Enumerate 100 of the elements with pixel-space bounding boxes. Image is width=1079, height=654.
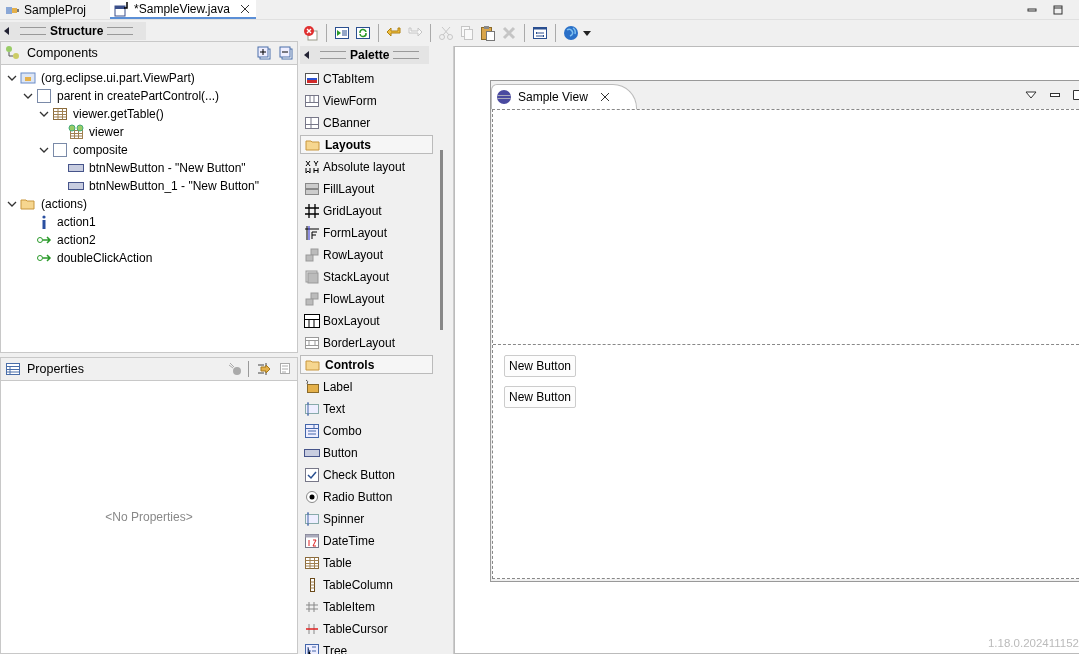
palette-item[interactable]: Label <box>300 376 433 398</box>
component-icon <box>304 511 320 527</box>
component-icon <box>304 423 320 439</box>
component-icon <box>304 181 320 197</box>
palette-item[interactable]: BoxLayout <box>300 310 433 332</box>
paste-icon <box>480 25 496 41</box>
table-viewer-icon <box>68 124 84 140</box>
outline-entry[interactable]: btnNewButton_1 - "New Button" <box>89 179 259 193</box>
expand-all-icon[interactable] <box>257 46 271 60</box>
push-button[interactable]: New Button <box>504 355 577 377</box>
expand-chevron-icon[interactable] <box>23 91 33 101</box>
structure-title: Structure <box>50 24 104 38</box>
eclipse-icon <box>496 89 512 105</box>
drag-grip[interactable] <box>393 51 420 59</box>
outline-entry[interactable]: viewer.getTable() <box>73 107 164 121</box>
drag-grip[interactable] <box>320 51 346 59</box>
component-icon <box>304 225 320 241</box>
palette-item[interactable]: FormLayout <box>300 222 433 244</box>
palette-item[interactable]: TableCursor <box>300 618 433 640</box>
component-icon <box>304 115 320 131</box>
palette-item[interactable]: StackLayout <box>300 266 433 288</box>
component-icon <box>304 269 320 285</box>
component-icon <box>304 203 320 219</box>
copy-icon <box>459 25 475 41</box>
palette-item[interactable]: Absolute layout <box>300 156 433 178</box>
caret-icon <box>583 30 591 36</box>
minimize-icon[interactable] <box>1049 91 1061 99</box>
collapse-arrow-icon[interactable] <box>304 51 310 59</box>
palette-category[interactable]: Layouts <box>300 135 433 154</box>
expand-chevron-icon[interactable] <box>39 145 49 155</box>
outline-entry[interactable]: parent in createPartControl(...) <box>57 89 220 103</box>
component-icon <box>304 335 320 351</box>
version-label: 1.18.0.202411152 <box>987 637 1079 649</box>
outline-entry[interactable]: btnNewButton - "New Button" <box>89 161 246 175</box>
palette-item[interactable]: RowLayout <box>300 244 433 266</box>
window-icon <box>114 0 131 17</box>
view-tab[interactable]: Sample View <box>491 84 637 109</box>
palette-item[interactable]: Radio Button <box>300 486 433 508</box>
collapse-arrow-icon[interactable] <box>4 27 10 35</box>
toolbar-button[interactable] <box>562 23 592 43</box>
editor-tab[interactable]: SampleProj <box>0 0 93 19</box>
outline-entry[interactable]: composite <box>73 143 128 157</box>
collapse-all-icon[interactable] <box>279 46 293 60</box>
view-icon <box>20 70 36 86</box>
outline-entry[interactable]: action2 <box>57 233 96 247</box>
component-icon <box>304 71 320 87</box>
push-button[interactable]: New Button <box>504 386 577 408</box>
palette-item[interactable]: BorderLayout <box>300 332 433 354</box>
palette-item[interactable]: TableItem <box>300 596 433 618</box>
component-icon <box>304 533 320 549</box>
outline-entry[interactable]: action1 <box>57 215 96 229</box>
folder-icon <box>20 196 36 212</box>
close-icon[interactable] <box>599 92 610 102</box>
square-icon <box>52 142 68 158</box>
square-icon <box>36 88 52 104</box>
editor-tab[interactable]: *SampleView.java <box>110 0 256 19</box>
delete-icon <box>501 25 517 41</box>
palette-item[interactable]: FlowLayout <box>300 288 433 310</box>
component-icon <box>304 291 320 307</box>
palette-item[interactable]: ViewForm <box>300 90 433 112</box>
expand-chevron-icon[interactable] <box>7 199 17 209</box>
error-icon <box>303 25 319 41</box>
maximize-icon[interactable] <box>1053 4 1063 15</box>
palette-item[interactable]: Button <box>300 442 433 464</box>
palette-item[interactable]: CBanner <box>300 112 433 134</box>
palette-category[interactable]: Controls <box>300 355 433 374</box>
panel-title: Components <box>27 46 99 60</box>
form-layout-icon <box>532 25 548 41</box>
refresh-icon <box>355 25 371 41</box>
drag-grip[interactable] <box>107 27 134 35</box>
palette-item[interactable]: Combo <box>300 420 433 442</box>
panel-title: Properties <box>27 362 85 376</box>
palette-item[interactable]: Check Button <box>300 464 433 486</box>
component-icon <box>304 93 320 109</box>
palette-item[interactable]: Table <box>300 552 433 574</box>
palette-item[interactable]: FillLayout <box>300 178 433 200</box>
empty-message: <No Properties> <box>105 510 193 524</box>
close-icon[interactable] <box>239 3 250 14</box>
palette-item[interactable]: DateTime <box>300 530 433 552</box>
palette-item[interactable]: GridLayout <box>300 200 433 222</box>
outline-entry[interactable]: doubleClickAction <box>57 251 153 265</box>
outline-entry[interactable]: viewer <box>89 125 124 139</box>
outline-entry[interactable]: (org.eclipse.ui.part.ViewPart) <box>41 71 195 85</box>
outline-entry[interactable]: (actions) <box>41 197 87 211</box>
table-icon <box>52 106 68 122</box>
run-form-icon <box>334 25 350 41</box>
palette-item[interactable]: Spinner <box>300 508 433 530</box>
view-menu-icon[interactable] <box>1025 91 1037 99</box>
drag-grip[interactable] <box>20 27 46 35</box>
maximize-icon[interactable] <box>1073 90 1079 100</box>
expand-chevron-icon[interactable] <box>39 109 49 119</box>
component-icon <box>304 621 320 637</box>
component-icon <box>304 489 320 505</box>
palette-item[interactable]: Text <box>300 398 433 420</box>
palette-item[interactable]: TableColumn <box>300 574 433 596</box>
component-icon <box>304 379 320 395</box>
component-icon <box>304 467 320 483</box>
palette-item[interactable]: CTabItem <box>300 68 433 90</box>
expand-chevron-icon[interactable] <box>7 73 17 83</box>
component-icon <box>304 555 320 571</box>
